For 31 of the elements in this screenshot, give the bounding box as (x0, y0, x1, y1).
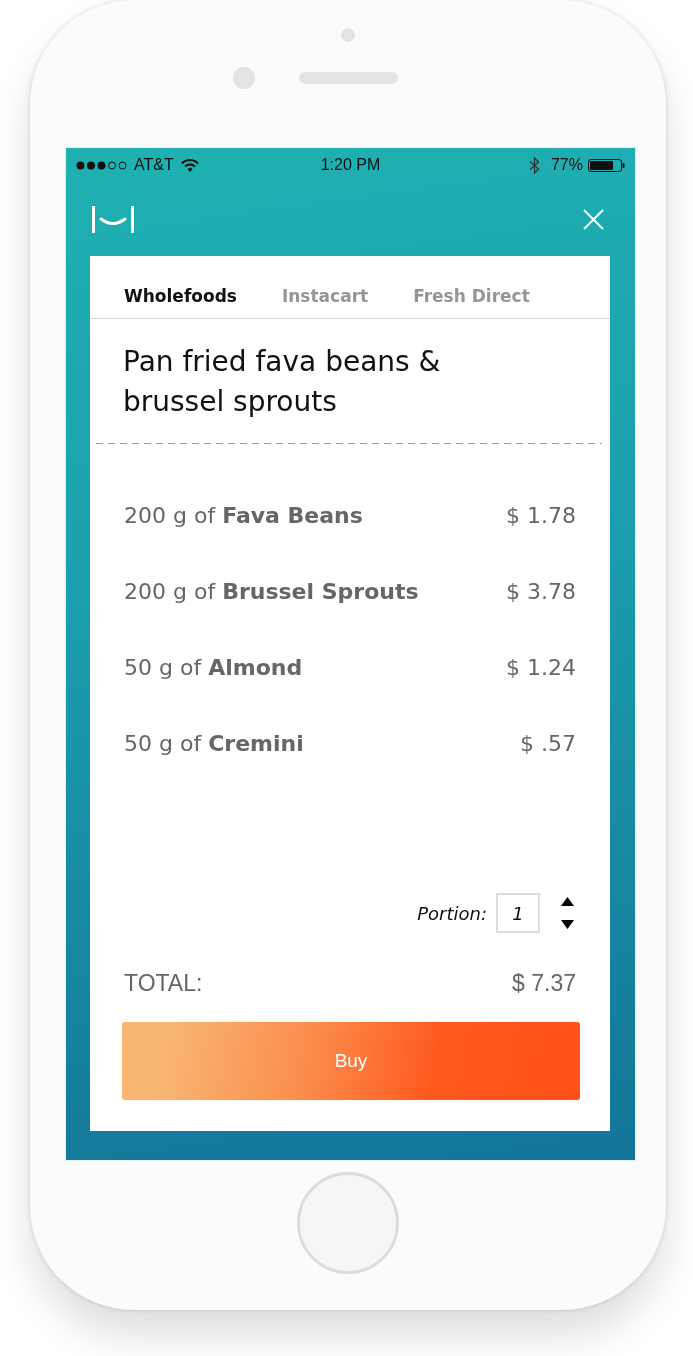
price-text: $ 3.78 (506, 578, 576, 604)
total-label: TOTAL: (124, 969, 203, 997)
portion-field[interactable]: 1 (496, 893, 540, 933)
time-text: 1:20 PM (320, 156, 381, 174)
battery-percent-text: 77% (550, 156, 583, 174)
camera-icon (232, 67, 255, 89)
price-text: $ .57 (520, 730, 576, 756)
signal-dots-icon (76, 160, 127, 170)
recipe-title: Pan fried fava beans & brussel sprouts (123, 344, 442, 420)
portion-label: Portion: (417, 902, 487, 924)
price-text: $ 1.24 (506, 654, 576, 680)
bluetooth-icon (528, 156, 540, 174)
logo-icon (92, 205, 134, 233)
ingredient-text: 200 g of Fava Beans (124, 502, 363, 528)
store-tab[interactable]: Fresh Direct (413, 256, 530, 318)
sensor-icon (341, 28, 355, 42)
battery-icon (588, 158, 625, 172)
speaker-icon (298, 72, 398, 84)
close-icon[interactable] (583, 208, 604, 230)
wifi-icon (180, 158, 199, 172)
store-tab[interactable]: Instacart (281, 256, 369, 318)
ingredient-text: 50 g of Almond (124, 654, 303, 680)
ingredient-text: 200 g of Brussel Sprouts (124, 578, 419, 604)
caret-down-icon[interactable] (561, 920, 574, 929)
carrier-text: AT&T (134, 156, 174, 174)
total-amount: $ 7.37 (512, 969, 576, 997)
ingredient-text: 50 g of Cremini (124, 730, 304, 756)
buy-button[interactable]: Buy (122, 1022, 580, 1100)
price-text: $ 1.78 (506, 502, 576, 528)
caret-up-icon[interactable] (561, 897, 574, 906)
store-tab[interactable]: Wholefoods (124, 256, 237, 318)
